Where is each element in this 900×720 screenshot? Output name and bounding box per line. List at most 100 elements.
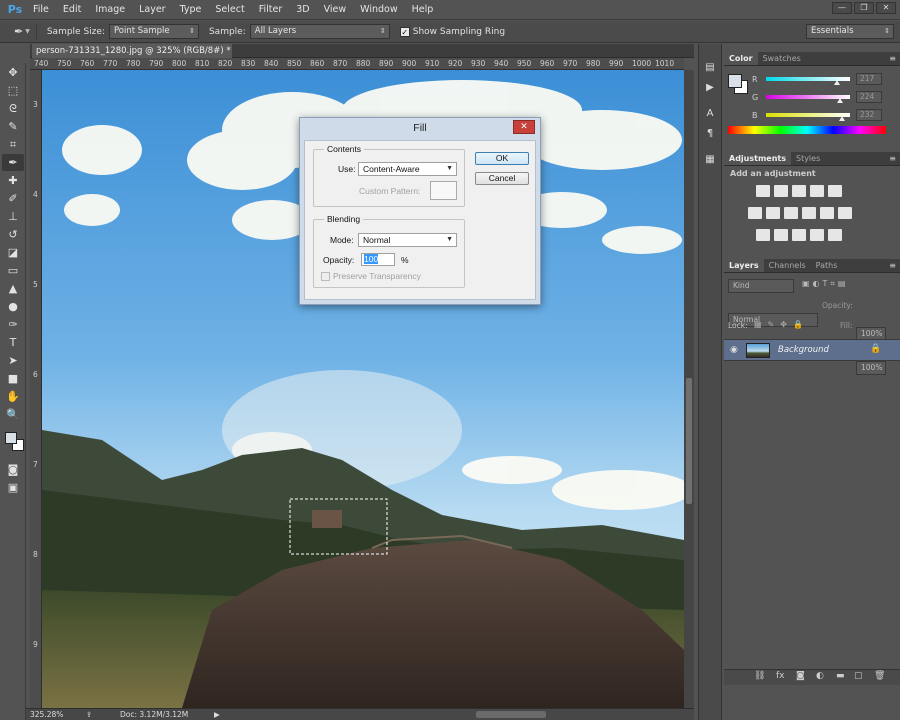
blue-slider[interactable] [766,113,850,121]
history-panel-icon[interactable]: ▤ [701,60,719,76]
layer-filter-select[interactable]: Kind [728,279,794,293]
status-menu-arrow-icon[interactable]: ▶ [214,710,220,719]
color-spectrum-ramp[interactable] [728,126,886,134]
tab-channels[interactable]: Channels [764,259,811,272]
layer-style-icon[interactable]: fx [776,671,785,681]
tab-layers[interactable]: Layers [724,259,764,272]
dialog-close-icon[interactable]: ✕ [513,120,535,134]
photo-filter-icon[interactable] [802,207,816,219]
panel-menu-icon[interactable]: ≡ [889,259,896,273]
opacity-input[interactable]: 100 [361,253,395,266]
blue-value[interactable]: 232 [856,109,882,121]
channel-mixer-icon[interactable] [820,207,834,219]
menu-type[interactable]: Type [173,4,209,15]
menu-image[interactable]: Image [88,4,132,15]
delete-layer-icon[interactable]: 🗑 [874,671,885,681]
preserve-transparency-checkbox[interactable] [321,272,330,281]
blur-tool-icon[interactable]: ▲ [2,280,24,297]
quick-mask-icon[interactable]: ◙ [2,461,24,478]
vertical-scrollbar[interactable] [684,70,694,708]
lock-icons[interactable]: ▦✎✥🔒 [754,320,809,329]
custom-pattern-picker[interactable] [430,181,457,200]
invert-icon[interactable] [756,229,770,241]
green-value[interactable]: 224 [856,91,882,103]
tab-adjustments[interactable]: Adjustments [724,152,791,165]
tab-paths[interactable]: Paths [811,259,843,272]
menu-select[interactable]: Select [208,4,251,15]
foreground-color-swatch[interactable] [728,74,742,88]
actions-panel-icon[interactable]: ▶ [701,80,719,96]
panel-menu-icon[interactable]: ≡ [889,152,896,166]
history-brush-tool-icon[interactable]: ↺ [2,226,24,243]
red-value[interactable]: 217 [856,73,882,85]
levels-icon[interactable] [774,185,788,197]
menu-layer[interactable]: Layer [132,4,173,15]
minimize-icon[interactable]: — [832,2,852,14]
zoom-level[interactable]: 325.28% [30,710,63,719]
panel-menu-icon[interactable]: ≡ [889,52,896,66]
path-select-tool-icon[interactable]: ➤ [2,352,24,369]
lasso-tool-icon[interactable]: ᘓ [2,100,24,117]
adjustment-layer-icon[interactable]: ◐ [816,671,824,681]
document-tab[interactable]: person-731331_1280.jpg @ 325% (RGB/8#) *… [32,44,232,70]
hand-tool-icon[interactable]: ✋ [2,388,24,405]
fill-input[interactable]: 100% [856,361,886,375]
marquee-tool-icon[interactable]: ⬚ [2,82,24,99]
color-swatches[interactable] [2,427,24,457]
black-white-icon[interactable] [784,207,798,219]
brush-presets-panel-icon[interactable]: ▦ [701,152,719,168]
restore-icon[interactable]: ❐ [854,2,874,14]
close-icon[interactable]: ✕ [876,2,896,14]
slider-thumb[interactable] [839,116,846,121]
screen-mode-icon[interactable]: ▣ [2,479,24,496]
brush-tool-icon[interactable]: ✐ [2,190,24,207]
show-sampling-ring-checkbox[interactable]: ✓ [399,26,410,37]
share-icon[interactable]: ⇪ [86,710,92,719]
sample-size-select[interactable]: Point Sample ⇕ [108,24,199,39]
menu-help[interactable]: Help [405,4,441,15]
eye-icon[interactable]: ◉ [730,345,738,355]
red-slider[interactable] [766,77,850,85]
menu-view[interactable]: View [317,4,354,15]
hue-saturation-icon[interactable] [748,207,762,219]
layer-row[interactable]: ◉ Background 🔒 [724,339,900,361]
paragraph-panel-icon[interactable]: ¶ [701,126,719,142]
zoom-tool-icon[interactable]: 🔍 [2,406,24,423]
slider-thumb[interactable] [834,80,841,85]
slider-thumb[interactable] [836,98,843,103]
type-tool-icon[interactable]: T [2,334,24,351]
posterize-icon[interactable] [774,229,788,241]
cancel-button[interactable]: Cancel [475,172,529,185]
tool-preset-arrow-icon[interactable]: ▼ [25,28,30,35]
color-lookup-icon[interactable] [838,207,852,219]
healing-brush-tool-icon[interactable]: ✚ [2,172,24,189]
menu-filter[interactable]: Filter [252,4,290,15]
exposure-icon[interactable] [810,185,824,197]
layer-name[interactable]: Background [778,345,829,355]
menu-window[interactable]: Window [353,4,404,15]
use-select[interactable]: Content-Aware ▼ [358,162,457,176]
eyedropper-icon[interactable]: ✒ [14,25,23,38]
menu-3d[interactable]: 3D [289,4,316,15]
foreground-color-swatch[interactable] [5,432,17,444]
menu-file[interactable]: File [26,4,56,15]
layer-filter-icons[interactable]: ▣◐T⌗▤ [802,279,849,289]
new-layer-icon[interactable]: ▢ [854,671,863,681]
workspace-select[interactable]: Essentials ⇕ [806,24,894,39]
clone-stamp-tool-icon[interactable]: ⊥ [2,208,24,225]
gradient-map-icon[interactable] [828,229,842,241]
crop-tool-icon[interactable]: ⌗ [2,136,24,153]
shape-tool-icon[interactable]: ■ [2,370,24,387]
vertical-scroll-thumb[interactable] [686,378,692,504]
pen-tool-icon[interactable]: ✑ [2,316,24,333]
threshold-icon[interactable] [792,229,806,241]
character-panel-icon[interactable]: A [701,106,719,122]
tab-swatches[interactable]: Swatches [758,52,806,65]
ok-button[interactable]: OK [475,152,529,165]
link-layers-icon[interactable]: ⛓ [754,671,765,681]
sample-select[interactable]: All Layers ⇕ [249,24,390,39]
selective-color-icon[interactable] [810,229,824,241]
tab-color[interactable]: Color [724,52,758,65]
horizontal-scroll-thumb[interactable] [476,711,546,718]
gradient-tool-icon[interactable]: ▭ [2,262,24,279]
